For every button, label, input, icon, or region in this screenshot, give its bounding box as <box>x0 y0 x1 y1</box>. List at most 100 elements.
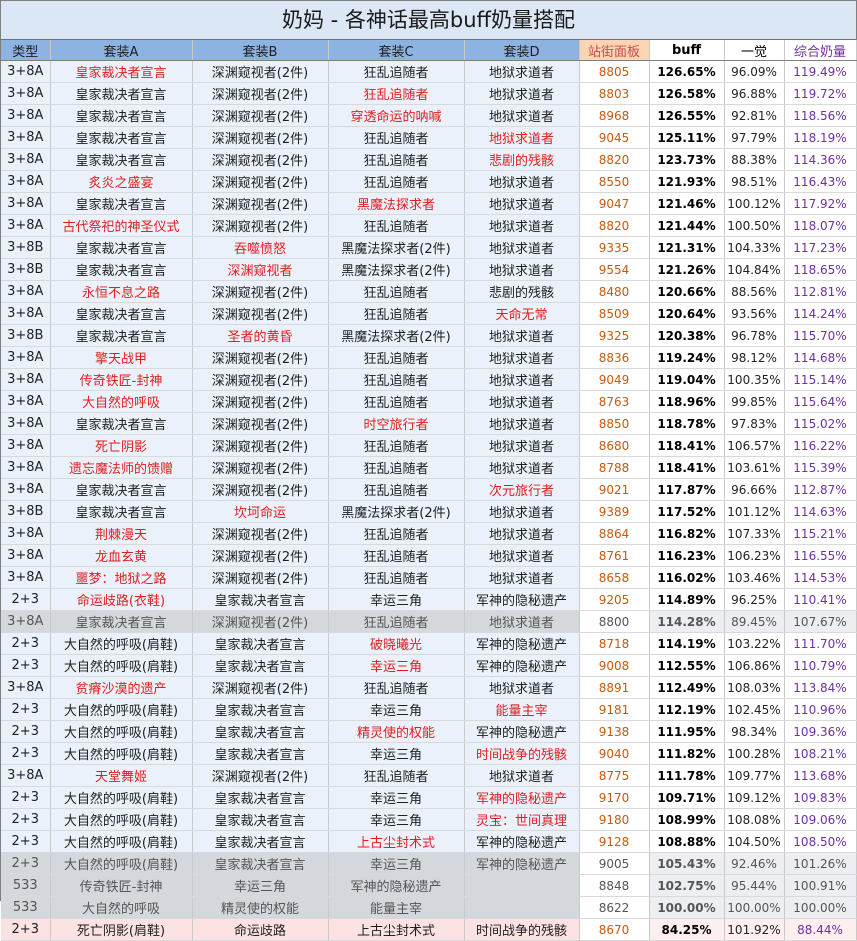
cell-buff: 102.75% <box>649 874 725 897</box>
cell-total: 101.26% <box>784 852 857 875</box>
cell-set-b: 深渊窥视者(2件) <box>192 566 329 589</box>
cell-panel: 9389 <box>579 500 650 523</box>
cell-total: 112.81% <box>784 280 857 303</box>
cell-set-c: 穿透命运的呐喊 <box>328 104 465 127</box>
cell-type: 3+8A <box>1 522 51 545</box>
cell-awakening: 99.85% <box>724 390 785 413</box>
cell-panel: 8820 <box>579 214 650 237</box>
cell-set-a: 死亡阴影(肩鞋) <box>50 918 193 941</box>
table-row: 3+8A 传奇铁匠-封神 深渊窥视者(2件) 狂乱追随者 地狱求道者 9049 119.04… <box>1 368 857 391</box>
cell-awakening: 93.56% <box>724 302 785 325</box>
cell-set-c: 狂乱追随者 <box>328 434 465 457</box>
cell-panel: 9040 <box>579 742 650 765</box>
cell-set-b: 深渊窥视者(2件) <box>192 434 329 457</box>
cell-set-a: 大自然的呼吸(肩鞋) <box>50 654 193 677</box>
cell-type: 3+8A <box>1 434 51 457</box>
cell-panel: 8788 <box>579 456 650 479</box>
table-row: 3+8A 永恒不息之路 深渊窥视者(2件) 狂乱追随者 悲剧的残骸 8480 120.66%… <box>1 280 857 303</box>
cell-set-d: 灵宝：世间真理 <box>464 808 580 831</box>
cell-total: 115.14% <box>784 368 857 391</box>
cell-total: 113.84% <box>784 676 857 699</box>
table-row: 2+3 大自然的呼吸(肩鞋) 皇家裁决者宣言 幸运三角 灵宝：世间真理 9180 108.9… <box>1 808 857 831</box>
cell-set-b: 深渊窥视者(2件) <box>192 478 329 501</box>
cell-set-d: 悲剧的残骸 <box>464 148 580 171</box>
cell-buff: 118.41% <box>649 434 725 457</box>
cell-set-d: 地狱求道者 <box>464 676 580 699</box>
header-awakening: 一觉 <box>724 40 785 61</box>
cell-buff: 118.78% <box>649 412 725 435</box>
cell-awakening: 89.45% <box>724 610 785 633</box>
cell-awakening: 100.00% <box>724 896 785 919</box>
cell-awakening: 88.56% <box>724 280 785 303</box>
cell-set-a: 皇家裁决者宣言 <box>50 500 193 523</box>
cell-set-a: 命运歧路(衣鞋) <box>50 588 193 611</box>
cell-set-c: 狂乱追随者 <box>328 522 465 545</box>
cell-set-c: 幸运三角 <box>328 852 465 875</box>
cell-set-d: 地狱求道者 <box>464 500 580 523</box>
cell-buff: 112.49% <box>649 676 725 699</box>
cell-set-a: 传奇铁匠-封神 <box>50 874 193 897</box>
cell-type: 3+8A <box>1 368 51 391</box>
cell-set-a: 擎天战甲 <box>50 346 193 369</box>
cell-total: 110.79% <box>784 654 857 677</box>
cell-buff: 121.44% <box>649 214 725 237</box>
table-row: 533 大自然的呼吸 精灵使的权能 能量主宰 8622 100.00% 100.00% 100… <box>1 896 857 919</box>
table-row: 3+8A 皇家裁决者宣言 深渊窥视者(2件) 狂乱追随者 次元旅行者 9021 117.87… <box>1 478 857 501</box>
cell-awakening: 103.61% <box>724 456 785 479</box>
cell-awakening: 96.25% <box>724 588 785 611</box>
cell-set-c: 狂乱追随者 <box>328 390 465 413</box>
cell-awakening: 108.03% <box>724 676 785 699</box>
cell-awakening: 98.12% <box>724 346 785 369</box>
cell-panel: 8509 <box>579 302 650 325</box>
cell-total: 117.92% <box>784 192 857 215</box>
cell-set-b: 深渊窥视者(2件) <box>192 104 329 127</box>
sheet-title: 奶妈 - 各神话最高buff奶量搭配 <box>1 1 856 40</box>
cell-set-a: 荆棘漫天 <box>50 522 193 545</box>
cell-buff: 114.89% <box>649 588 725 611</box>
cell-set-d: 地狱求道者 <box>464 764 580 787</box>
cell-buff: 109.71% <box>649 786 725 809</box>
cell-set-a: 遗忘魔法师的馈赠 <box>50 456 193 479</box>
cell-awakening: 103.22% <box>724 632 785 655</box>
cell-set-c: 幸运三角 <box>328 588 465 611</box>
table-row: 3+8A 贫瘠沙漠的遗产 深渊窥视者(2件) 狂乱追随者 地狱求道者 8891 112.49… <box>1 676 857 699</box>
spreadsheet: 奶妈 - 各神话最高buff奶量搭配 类型 套装A 套装B 套装C 套装D 站街… <box>0 0 857 941</box>
cell-panel: 9049 <box>579 368 650 391</box>
cell-total: 111.70% <box>784 632 857 655</box>
cell-set-d: 地狱求道者 <box>464 126 580 149</box>
cell-set-a: 皇家裁决者宣言 <box>50 478 193 501</box>
cell-buff: 84.25% <box>649 918 725 941</box>
cell-set-c: 幸运三角 <box>328 808 465 831</box>
cell-awakening: 107.33% <box>724 522 785 545</box>
table-row: 3+8A 天堂舞姬 深渊窥视者(2件) 狂乱追随者 地狱求道者 8775 111.78% 10… <box>1 764 857 787</box>
cell-type: 3+8A <box>1 478 51 501</box>
cell-buff: 120.38% <box>649 324 725 347</box>
cell-awakening: 100.28% <box>724 742 785 765</box>
header-total: 综合奶量 <box>784 40 857 61</box>
cell-set-a: 皇家裁决者宣言 <box>50 302 193 325</box>
cell-buff: 121.93% <box>649 170 725 193</box>
table-row: 3+8A 皇家裁决者宣言 深渊窥视者(2件) 穿透命运的呐喊 地狱求道者 8968 126.… <box>1 104 857 127</box>
cell-total: 112.87% <box>784 478 857 501</box>
cell-set-a: 大自然的呼吸(肩鞋) <box>50 742 193 765</box>
cell-set-d: 军神的隐秘遗产 <box>464 852 580 875</box>
cell-awakening: 92.46% <box>724 852 785 875</box>
cell-set-c: 黑魔法探求者(2件) <box>328 500 465 523</box>
cell-total: 118.56% <box>784 104 857 127</box>
cell-total: 114.53% <box>784 566 857 589</box>
cell-set-c: 狂乱追随者 <box>328 478 465 501</box>
table-row: 3+8B 皇家裁决者宣言 吞噬愤怒 黑魔法探求者(2件) 地狱求道者 9335 121.31… <box>1 236 857 259</box>
table-row: 2+3 大自然的呼吸(肩鞋) 皇家裁决者宣言 幸运三角 军神的隐秘遗产 9170 109.7… <box>1 786 857 809</box>
cell-type: 3+8A <box>1 148 51 171</box>
cell-panel: 9128 <box>579 830 650 853</box>
cell-type: 533 <box>1 896 51 919</box>
cell-type: 2+3 <box>1 588 51 611</box>
table-row: 3+8A 皇家裁决者宣言 深渊窥视者(2件) 狂乱追随者 天命无常 8509 120.64%… <box>1 302 857 325</box>
cell-buff: 116.23% <box>649 544 725 567</box>
cell-set-b: 深渊窥视者(2件) <box>192 148 329 171</box>
cell-total: 114.36% <box>784 148 857 171</box>
cell-total: 107.67% <box>784 610 857 633</box>
cell-set-a: 皇家裁决者宣言 <box>50 148 193 171</box>
cell-total: 109.83% <box>784 786 857 809</box>
cell-set-d: 地狱求道者 <box>464 412 580 435</box>
